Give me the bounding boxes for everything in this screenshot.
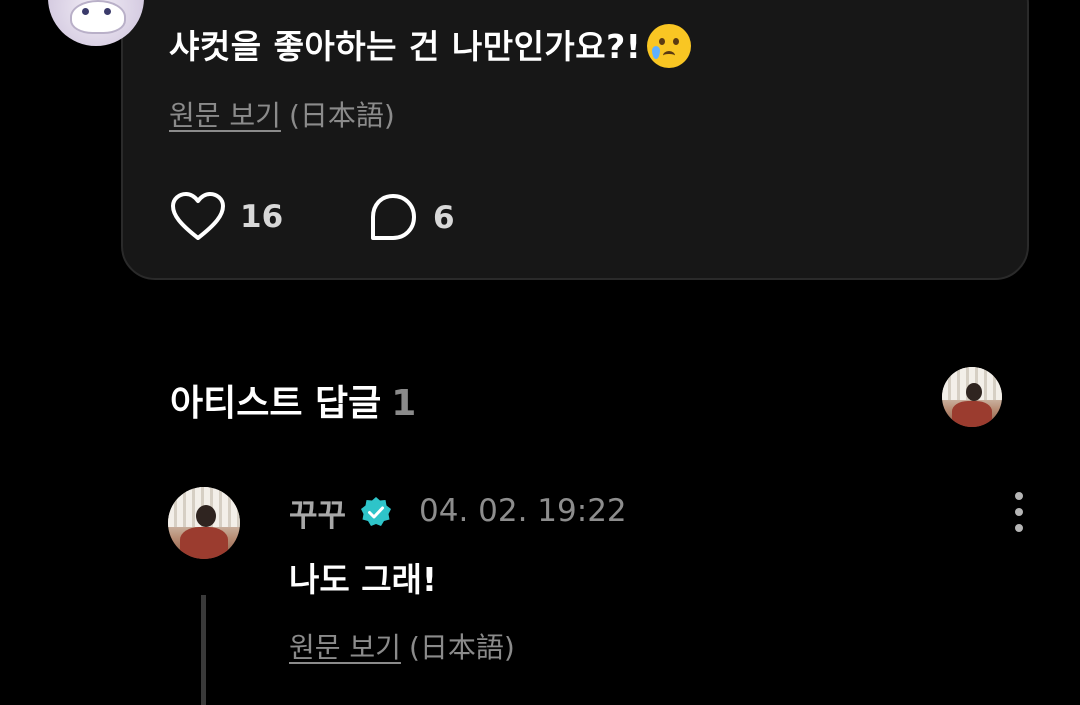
reply-timestamp: 04. 02. 19:22	[419, 493, 627, 529]
view-original-link[interactable]: 원문 보기	[169, 99, 281, 132]
artist-replies-heading: 아티스트 답글 1	[170, 374, 416, 426]
artist-replies-title: 아티스트 답글	[170, 383, 382, 424]
artist-avatar-small[interactable]	[942, 367, 1002, 427]
reply-original-language-label: (日本語)	[408, 631, 515, 664]
reply-author-avatar[interactable]	[168, 487, 240, 559]
crying-face-icon	[647, 24, 692, 68]
reply-view-original-link[interactable]: 원문 보기	[289, 631, 401, 664]
reply-thread-line	[201, 595, 206, 705]
reply-text: 나도 그래!	[289, 560, 437, 599]
verified-badge-icon	[361, 497, 391, 526]
post-original-link-row: 원문 보기 (日本語)	[169, 94, 395, 134]
heart-icon	[171, 192, 225, 240]
more-options-icon[interactable]	[1008, 492, 1030, 532]
like-count: 16	[240, 199, 284, 235]
artist-replies-count: 1	[391, 383, 417, 424]
comment-bubble-icon	[371, 194, 416, 240]
original-language-label: (日本語)	[288, 99, 395, 132]
like-button[interactable]: 16	[170, 191, 283, 243]
post-body: 샤컷을 좋아하는 건 나만인가요?!	[169, 20, 692, 68]
comment-button[interactable]: 6	[367, 192, 455, 244]
post-text: 샤컷을 좋아하는 건 나만인가요?!	[169, 27, 642, 66]
avatar-character	[70, 0, 126, 34]
comment-count: 6	[433, 200, 455, 236]
reply-author-name[interactable]: 꾸꾸	[289, 490, 346, 535]
reply-original-link-row: 원문 보기 (日本語)	[289, 626, 515, 666]
